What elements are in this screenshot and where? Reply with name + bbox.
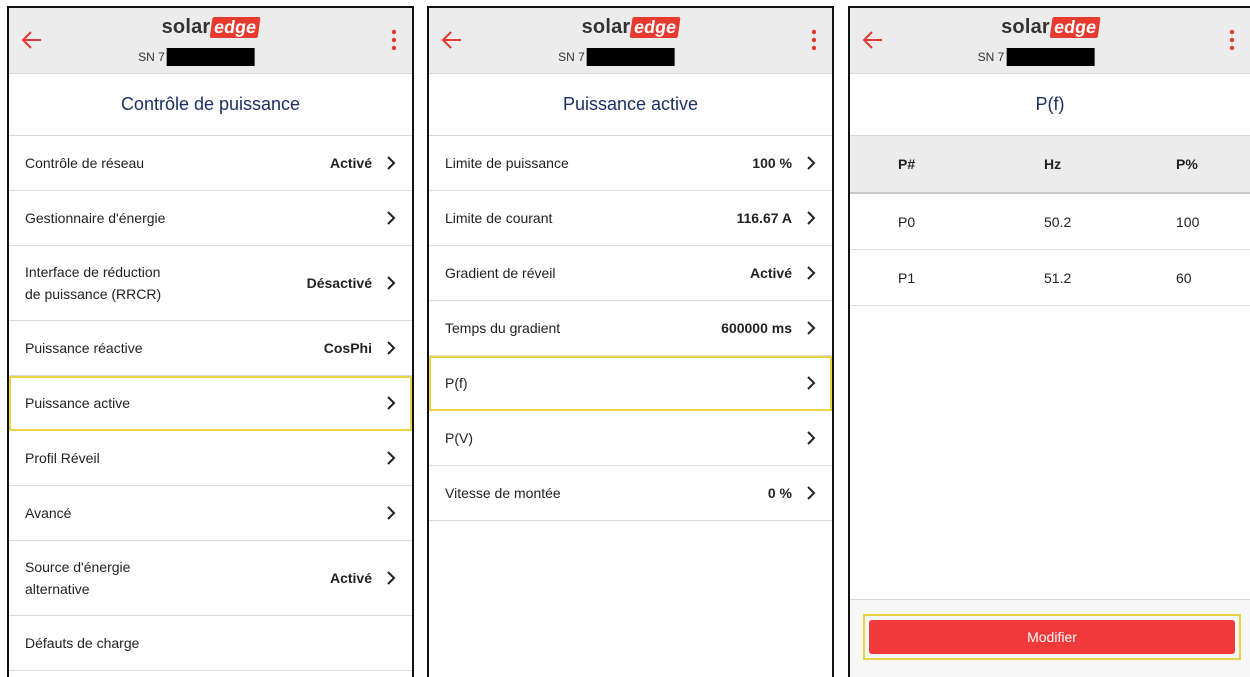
table-cell: 100: [1176, 213, 1200, 230]
serial-number: SN 7: [978, 48, 1095, 66]
page-title: Puissance active: [429, 74, 832, 136]
table-cell: 60: [1176, 269, 1192, 286]
row-p-of-f[interactable]: P(f): [429, 356, 832, 411]
row-active-power[interactable]: Puissance active: [9, 376, 412, 431]
chevron-right-icon: [387, 276, 396, 290]
table-row[interactable]: P1 51.2 60: [850, 250, 1250, 306]
chevron-right-icon: [387, 211, 396, 225]
table-cell: 50.2: [1044, 213, 1072, 230]
table-header: P# Hz P%: [850, 136, 1250, 194]
redacted-box: [1006, 48, 1095, 66]
row-current-limit[interactable]: Limite de courant 116.67 A: [429, 191, 832, 246]
app-bar: solar edge SN 7: [9, 8, 412, 74]
serial-number: SN 7: [138, 48, 255, 66]
chevron-right-icon: [387, 451, 396, 465]
row-grid-control[interactable]: Contrôle de réseau Activé: [9, 136, 412, 191]
modify-button[interactable]: Modifier: [869, 620, 1235, 654]
footer-bar: Modifier: [850, 599, 1250, 677]
row-reactive-power[interactable]: Puissance réactive CosPhi: [9, 321, 412, 376]
more-vert-icon[interactable]: [810, 28, 818, 52]
chevron-right-icon: [807, 211, 816, 225]
solaredge-logo: solar edge: [582, 14, 681, 38]
chevron-right-icon: [807, 431, 816, 445]
chevron-right-icon: [807, 156, 816, 170]
chevron-right-icon: [387, 571, 396, 585]
solaredge-logo: solar edge: [1001, 14, 1101, 38]
row-wakeup-gradient[interactable]: Gradient de réveil Activé: [429, 246, 832, 301]
table-cell: 51.2: [1044, 269, 1072, 286]
chevron-right-icon: [387, 396, 396, 410]
app-bar: solar edge SN 7: [850, 8, 1250, 74]
serial-number: SN 7: [558, 48, 675, 66]
arrow-left-icon[interactable]: [441, 30, 463, 50]
app-bar: solar edge SN 7: [429, 8, 832, 74]
row-gradient-time[interactable]: Temps du gradient 600000 ms: [429, 301, 832, 356]
redacted-box: [166, 48, 255, 66]
chevron-right-icon: [387, 156, 396, 170]
column-header: Hz: [1044, 156, 1062, 172]
row-energy-manager[interactable]: Gestionnaire d'énergie: [9, 191, 412, 246]
redacted-box: [586, 48, 675, 66]
chevron-right-icon: [807, 266, 816, 280]
arrow-left-icon[interactable]: [21, 30, 43, 50]
table-row[interactable]: P0 50.2 100: [850, 194, 1250, 250]
row-p-of-v[interactable]: P(V): [429, 411, 832, 466]
chevron-right-icon: [807, 321, 816, 335]
chevron-right-icon: [387, 506, 396, 520]
column-header: P#: [898, 156, 916, 172]
column-header: P%: [1176, 156, 1198, 172]
page-title: Contrôle de puissance: [9, 74, 412, 136]
chevron-right-icon: [807, 376, 816, 390]
page-title: P(f): [850, 74, 1250, 136]
modify-button-highlight: Modifier: [863, 614, 1241, 660]
arrow-left-icon[interactable]: [862, 30, 884, 50]
row-rrcr[interactable]: Interface de réduction de puissance (RRCR…: [9, 246, 412, 321]
solaredge-logo: solar edge: [162, 14, 261, 38]
more-vert-icon[interactable]: [1228, 28, 1236, 52]
table-cell: P1: [898, 269, 916, 286]
screen-p-of-f: solar edge SN 7 P(f) P# Hz P% P0 50.2 100…: [848, 6, 1250, 677]
row-power-limit[interactable]: Limite de puissance 100 %: [429, 136, 832, 191]
row-advanced[interactable]: Avancé: [9, 486, 412, 541]
screen-power-control: solar edge SN 7 Contrôle de puissance Con…: [7, 6, 414, 677]
table-cell: P0: [898, 213, 916, 230]
row-wakeup-profile[interactable]: Profil Réveil: [9, 431, 412, 486]
more-vert-icon[interactable]: [390, 28, 398, 52]
chevron-right-icon: [807, 486, 816, 500]
row-ramp-rate[interactable]: Vitesse de montée 0 %: [429, 466, 832, 521]
row-load-faults[interactable]: Défauts de charge: [9, 616, 412, 671]
screen-active-power: solar edge SN 7 Puissance active Limite d…: [427, 6, 834, 677]
chevron-right-icon: [387, 341, 396, 355]
row-alternative-energy[interactable]: Source d'énergie alternative Activé: [9, 541, 412, 616]
